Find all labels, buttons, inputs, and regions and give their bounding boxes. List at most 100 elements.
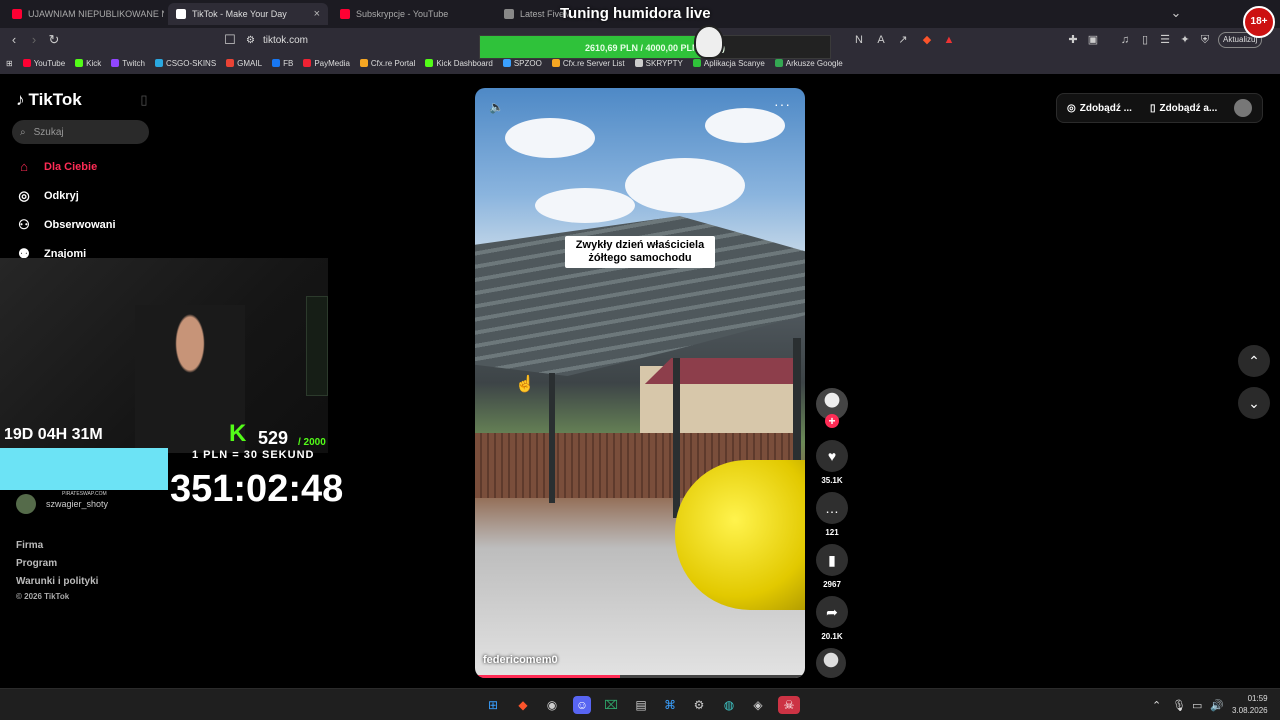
system-clock[interactable]: 01:59 3.08.2026 [1232,693,1268,717]
brave-icon[interactable]: ◆ [514,696,532,714]
cloud [535,188,635,223]
bookmark-label: GMAIL [237,58,263,68]
previous-video-chevron-up-icon[interactable]: ⌃ [1238,345,1270,377]
sidebar-item-label: Odkryj [44,190,79,202]
reload-icon[interactable]: ↻ [46,32,62,48]
vscode-icon[interactable]: ⌘ [661,696,679,714]
bookmark-label: YouTube [33,58,66,68]
url-text: tiktok.com [262,34,308,46]
extensions-icon[interactable]: ✚ [1066,33,1080,47]
tab-title: Subskrypcje - YouTube [356,9,449,19]
sidebar-item-for-you[interactable]: ⌂ Dla Ciebie [16,159,97,175]
bookmarks-list-icon[interactable]: ☰ [1158,33,1172,47]
bookmark-favicon-icon [359,59,368,67]
forward-icon[interactable]: › [26,32,42,48]
site-info-icon[interactable]: ⚙ [246,35,255,46]
sidebar-toggle-icon[interactable]: ▯ [1138,33,1152,47]
bookmark-icon[interactable]: ☐ [222,32,238,48]
bookmark-csgo-skins[interactable]: CSGO-SKINS [154,59,216,68]
back-icon[interactable]: ‹ [6,32,22,48]
obs-icon[interactable]: ◉ [543,696,561,714]
profile-avatar[interactable] [1234,99,1252,117]
bookmark-gmail[interactable]: GMAIL [226,59,262,68]
subathon-timer: 351:02:48 [170,468,344,510]
comment-icon[interactable]: … [816,492,848,524]
bookmark-label: FB [283,58,294,68]
video-caption: Zwykły dzień właściciela żółtego samocho… [565,236,715,268]
network-icon[interactable]: ▭ [1192,699,1202,712]
carport-post [549,373,555,503]
more-options-icon[interactable]: ··· [774,96,791,112]
kick-icon: K [229,420,247,447]
music-icon[interactable]: ♫ [1118,33,1132,47]
brave-rewards-icon[interactable]: ▲ [942,33,956,47]
brave-shield-icon[interactable]: ◆ [920,33,934,47]
close-tab-icon[interactable]: × [314,8,320,20]
tab-list-chevron-icon[interactable]: ⌄ [1168,5,1184,21]
compass-icon: ◎ [18,188,30,203]
browser-app-icon[interactable]: ◍ [720,696,738,714]
bookmark-save-icon[interactable]: ▮ [816,544,848,576]
tiktok-logo[interactable]: ♪ TikTok [16,90,82,110]
comment-count: 121 [825,528,839,537]
bookmark-cfx-re-portal[interactable]: Cfx.re Portal [359,59,415,68]
microphone-icon[interactable]: 🎙 [1172,699,1186,712]
steam-icon[interactable]: ⚙ [690,696,708,714]
share-icon[interactable]: ↗ [896,33,910,47]
get-app-label: Zdobądź a... [1159,102,1218,114]
bookmark-fb[interactable]: FB [272,59,293,68]
app-icon[interactable]: ▤ [632,696,650,714]
yellow-car [675,460,805,610]
account-name: szwagier_shoty [46,499,109,509]
like-icon[interactable]: ♥ [816,440,848,472]
sidebar-item-explore[interactable]: ◎ Odkryj [16,188,79,204]
translate-icon[interactable]: A [874,33,888,47]
next-video-chevron-down-icon[interactable]: ⌄ [1238,387,1270,419]
house-roof [644,358,800,384]
active-app-icon[interactable]: ☠ [778,696,800,714]
bookmark-favicon-icon [303,59,312,67]
wallet-icon[interactable]: ▣ [1086,33,1100,47]
footer-link-program[interactable]: Program [16,558,57,569]
page-icon [504,9,514,19]
bookmark-twitch[interactable]: Twitch [111,59,145,68]
bookmark-youtube[interactable]: YouTube [22,58,66,68]
share-arrow-icon[interactable]: ➦ [816,596,848,628]
get-coins-button[interactable]: ◎ Zdobądź ... [1067,103,1132,114]
bookmark-kick[interactable]: Kick [75,59,101,68]
bookmark-paymedia[interactable]: PayMedia [303,59,350,68]
tray-chevron-icon[interactable]: ⌃ [1152,699,1161,712]
video-progress[interactable] [475,675,805,678]
footer-link-terms[interactable]: Warunki i polityki [16,576,98,587]
speaker-icon[interactable]: 🔊 [1210,699,1224,712]
sidebar-item-following[interactable]: ⚇ Obserwowani [16,217,115,233]
sound-avatar[interactable] [816,648,846,678]
follow-plus-icon[interactable]: + [825,414,839,428]
get-app-button[interactable]: ▯ Zdobądź a... [1150,103,1217,114]
carport-post [673,358,680,518]
account-row[interactable]: szwagier_shoty [16,494,108,514]
bookmark-favicon-icon [692,59,701,67]
footer-link-firma[interactable]: Firma [16,540,43,551]
discord-icon[interactable]: ☺ [573,696,591,714]
game-icon[interactable]: ◈ [749,696,767,714]
share-count: 20.1K [821,632,843,641]
collapse-sidebar-icon[interactable]: ▯ [136,92,152,108]
tab-ujawniam[interactable]: UJAWNIAM NIEPUBLIKOWANE NAGRANIA [4,3,164,25]
video-author[interactable]: federicomem0 [483,654,558,666]
volume-icon[interactable]: 🔈 [489,100,504,114]
apps-grid-icon[interactable]: ⊞ [6,59,13,68]
copyright: © 2026 TikTok [16,592,70,601]
reader-icon[interactable]: N [852,33,866,47]
bookmark-favicon-icon [111,59,120,67]
tab-subskrypcje[interactable]: Subskrypcje - YouTube [332,3,492,25]
vpn-icon[interactable]: ⛨ [1198,33,1212,47]
stream-title: Tuning humidora live [560,5,711,22]
tiktok-note-icon: ♪ [16,90,25,109]
tab-title: TikTok - Make Your Day [192,9,287,19]
search-input[interactable]: ⌕ Szukaj [12,120,149,144]
terminal-icon[interactable]: ⌧ [602,696,620,714]
tab-tiktok[interactable]: TikTok - Make Your Day × [168,3,328,25]
windows-start-icon[interactable]: ⊞ [484,696,502,714]
leo-ai-icon[interactable]: ✦ [1178,33,1192,47]
